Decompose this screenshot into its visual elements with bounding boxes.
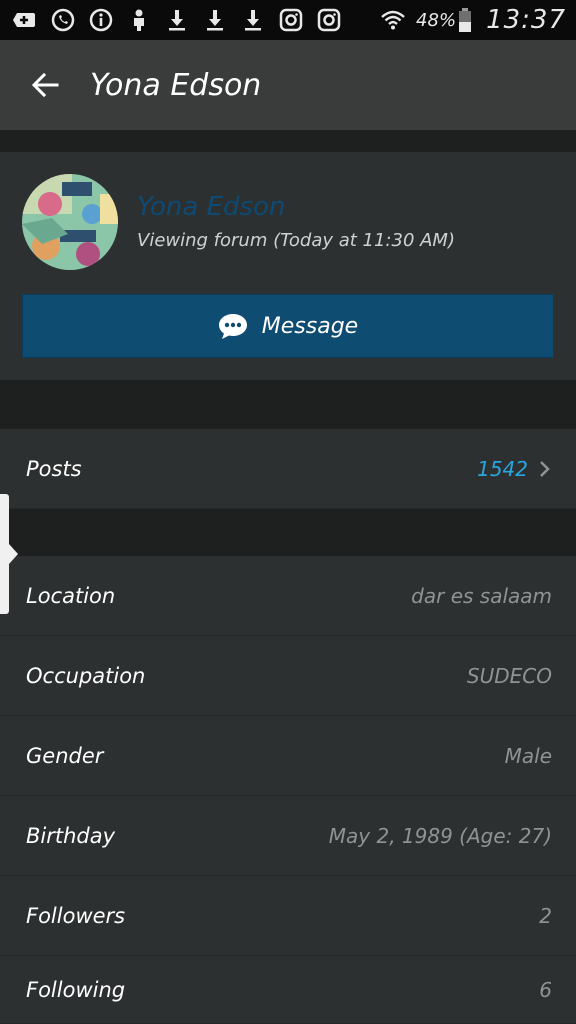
whatsapp-icon [48,7,78,33]
plus-box-icon [10,7,40,33]
detail-value: Male [504,743,552,768]
section-divider [0,130,576,152]
detail-value: 6 [539,977,552,1002]
detail-row-location: Location dar es salaam [0,556,576,636]
posts-label: Posts [26,456,82,481]
detail-row-following[interactable]: Following 6 [0,956,576,1024]
download-icon [238,7,268,33]
profile-name[interactable]: Yona Edson [137,192,285,222]
section-divider [0,509,576,556]
page-title: Yona Edson [90,67,262,103]
download-icon [162,7,192,33]
detail-label: Location [26,583,116,608]
posts-row[interactable]: Posts 1542 [0,429,576,509]
detail-row-gender: Gender Male [0,716,576,796]
android-icon [124,7,154,33]
drawer-handle[interactable] [0,494,9,614]
battery-percent: 48% [416,9,457,31]
detail-value: SUDECO [466,663,552,688]
avatar[interactable] [22,174,118,270]
detail-label: Gender [26,743,104,768]
section-divider [0,380,576,429]
detail-row-occupation: Occupation SUDECO [0,636,576,716]
detail-label: Following [26,977,126,1002]
status-bar: 48% 13:37 [0,0,576,40]
instagram-icon [276,7,306,33]
battery-icon [456,7,474,33]
clock-time: 13:37 [486,5,566,35]
detail-label: Birthday [26,823,116,848]
message-button-label: Message [261,313,359,339]
detail-value: dar es salaam [411,583,552,608]
detail-value: 2 [539,903,552,928]
app-bar: Yona Edson [0,40,576,130]
instagram-icon [314,7,344,33]
chevron-right-icon [540,460,550,477]
detail-label: Occupation [26,663,146,688]
profile-status: Viewing forum (Today at 11:30 AM) [137,230,455,251]
detail-row-birthday: Birthday May 2, 1989 (Age: 27) [0,796,576,876]
detail-value: May 2, 1989 (Age: 27) [328,823,552,848]
detail-label: Followers [26,903,126,928]
arrow-left-icon [31,72,59,98]
download-icon [200,7,230,33]
message-button[interactable]: Message [22,294,554,358]
back-button[interactable] [0,40,90,130]
chat-bubble-icon [218,314,247,339]
posts-count: 1542 [477,456,528,481]
wifi-icon [378,7,408,33]
detail-row-followers[interactable]: Followers 2 [0,876,576,956]
drawer-handle-arrow-icon [9,544,18,564]
profile-card: Yona Edson Viewing forum (Today at 11:30… [0,152,576,380]
info-icon [86,7,116,33]
